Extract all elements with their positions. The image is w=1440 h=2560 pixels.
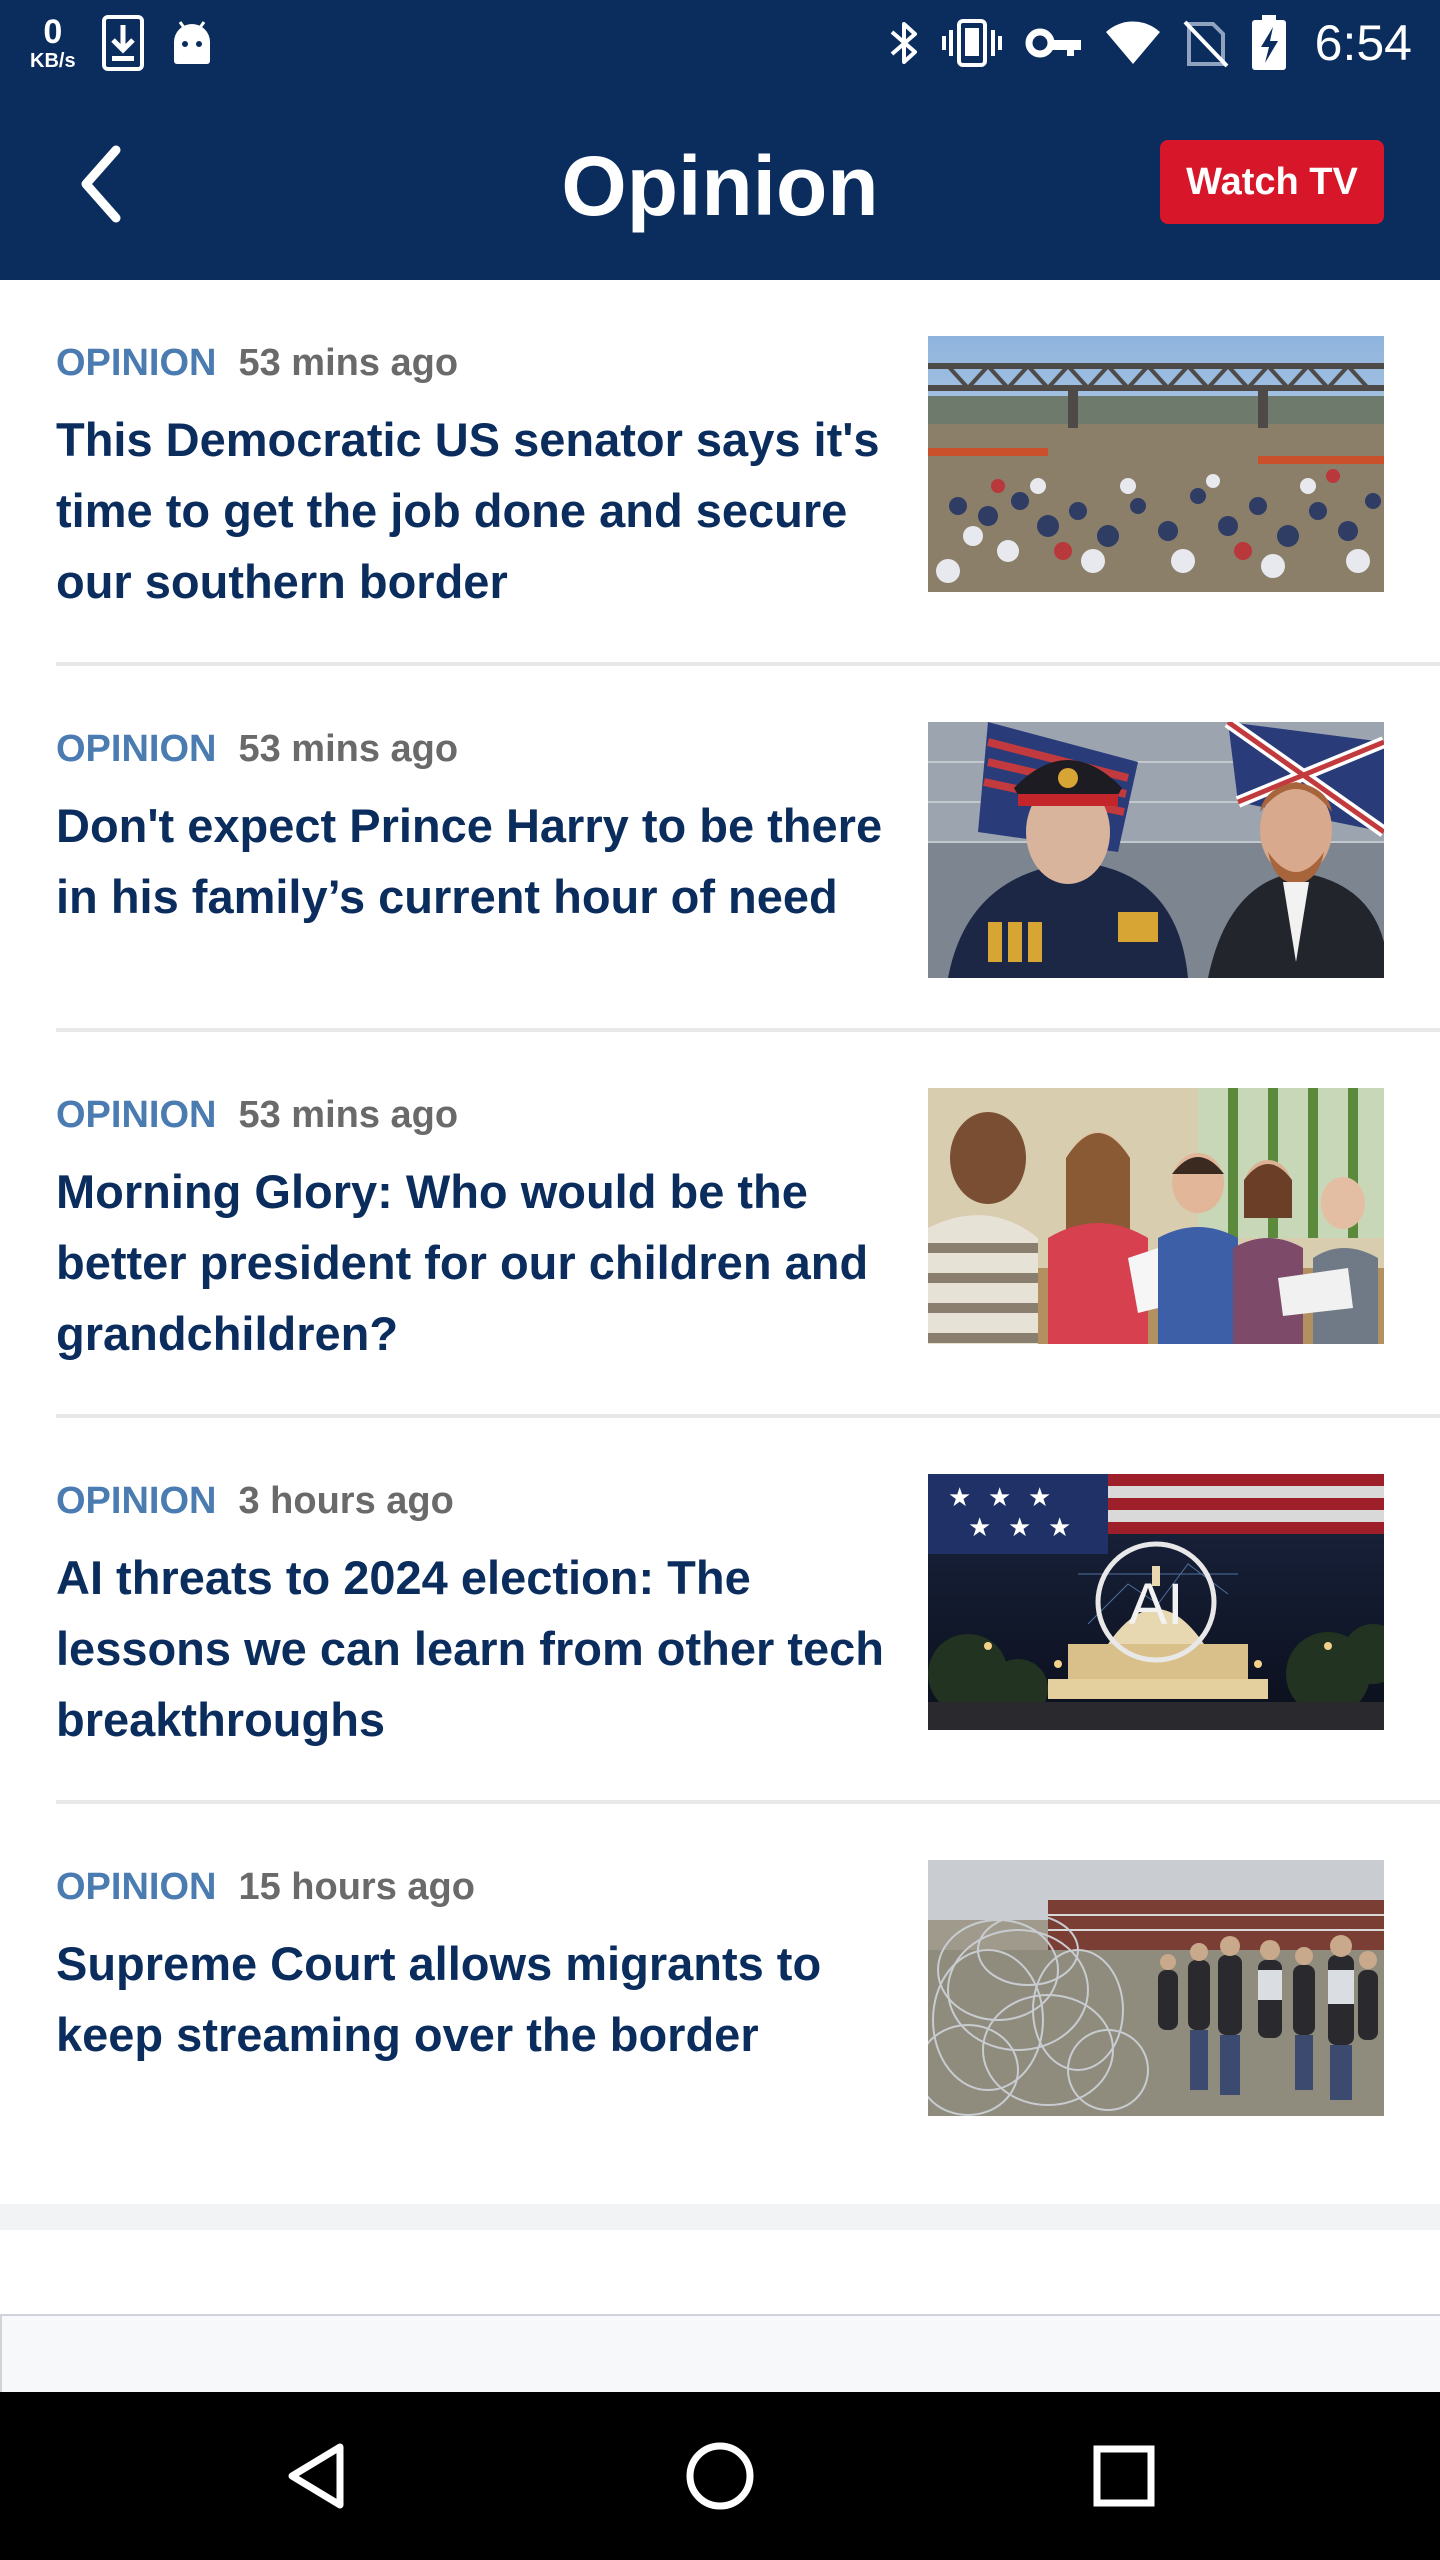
- svg-text:★: ★: [988, 1482, 1011, 1512]
- article-tag: OPINION: [56, 1480, 217, 1522]
- wifi-icon: [1105, 21, 1160, 64]
- svg-text:★: ★: [1028, 1482, 1051, 1512]
- system-nav-bar: [0, 2392, 1440, 2560]
- vibrate-icon: [941, 19, 1002, 67]
- back-triangle-icon: [288, 2443, 344, 2509]
- article-headline[interactable]: Morning Glory: Who would be the better p…: [56, 1156, 886, 1369]
- border-crowd-photo: [928, 336, 1384, 592]
- article-time: 53 mins ago: [238, 728, 459, 770]
- status-clock: 6:54: [1314, 15, 1412, 71]
- article-time: 53 mins ago: [238, 342, 459, 384]
- network-speed-unit: KB/s: [30, 50, 76, 72]
- nav-back-button[interactable]: [266, 2426, 366, 2526]
- battery-icon: [1251, 15, 1286, 70]
- android-icon: [173, 21, 210, 64]
- article-thumbnail[interactable]: [928, 1860, 1384, 2116]
- article-meta: OPINION 3 hours ago: [56, 1480, 454, 1523]
- nav-home-button[interactable]: [670, 2426, 770, 2526]
- vpn-key-icon: [1025, 28, 1081, 58]
- ad-banner-slot[interactable]: [0, 2314, 1440, 2396]
- nav-recents-button[interactable]: [1074, 2426, 1174, 2526]
- article-headline[interactable]: This Democratic US senator says it's tim…: [56, 404, 886, 617]
- watch-tv-button[interactable]: Watch TV: [1160, 140, 1384, 224]
- article-tag: OPINION: [56, 342, 217, 384]
- recents-square-icon: [1093, 2445, 1155, 2507]
- article-time: 53 mins ago: [238, 1094, 459, 1136]
- capitol-ai-photo: ★ ★ ★★ ★ ★ AI: [928, 1474, 1384, 1730]
- article-item[interactable]: OPINION 53 mins ago Don't expect Prince …: [0, 666, 1440, 1030]
- article-time: 3 hours ago: [238, 1480, 454, 1522]
- section-separator: [0, 2204, 1440, 2230]
- article-meta: OPINION 15 hours ago: [56, 1866, 475, 1909]
- article-thumbnail[interactable]: [928, 336, 1384, 592]
- ai-badge-text: AI: [1129, 1572, 1184, 1637]
- svg-text:★: ★: [968, 1512, 991, 1542]
- article-headline[interactable]: AI threats to 2024 election: The lessons…: [56, 1542, 886, 1755]
- article-meta: OPINION 53 mins ago: [56, 728, 458, 771]
- svg-text:★: ★: [1008, 1512, 1031, 1542]
- network-speed-value: 0: [43, 13, 63, 51]
- no-sim-icon: [1183, 20, 1229, 68]
- article-thumbnail[interactable]: [928, 722, 1384, 978]
- article-item[interactable]: OPINION 53 mins ago This Democratic US s…: [0, 280, 1440, 664]
- home-circle-icon: [686, 2442, 754, 2510]
- svg-text:★: ★: [948, 1482, 971, 1512]
- article-headline[interactable]: Supreme Court allows migrants to keep st…: [56, 1928, 886, 2070]
- article-tag: OPINION: [56, 1094, 217, 1136]
- article-meta: OPINION 53 mins ago: [56, 1094, 458, 1137]
- article-thumbnail[interactable]: [928, 1088, 1384, 1344]
- app-header: Opinion Watch TV: [0, 84, 1440, 280]
- article-headline[interactable]: Don't expect Prince Harry to be there in…: [56, 790, 886, 932]
- razor-wire-migrants-photo: [928, 1860, 1384, 2116]
- article-item[interactable]: OPINION 53 mins ago Morning Glory: Who w…: [0, 1032, 1440, 1418]
- article-time: 15 hours ago: [238, 1866, 475, 1908]
- children-reading-photo: [928, 1088, 1384, 1344]
- article-item[interactable]: OPINION 15 hours ago Supreme Court allow…: [0, 1804, 1440, 2164]
- download-icon: [101, 15, 144, 71]
- network-speed: 0 KB/s: [30, 15, 76, 71]
- article-meta: OPINION 53 mins ago: [56, 342, 458, 385]
- bluetooth-icon: [890, 22, 917, 64]
- article-thumbnail[interactable]: ★ ★ ★ ★ ★ ★ AI: [928, 1474, 1384, 1730]
- svg-text:★: ★: [1048, 1512, 1071, 1542]
- article-tag: OPINION: [56, 728, 217, 770]
- status-bar: 0 KB/s 6:54: [0, 0, 1440, 84]
- article-tag: OPINION: [56, 1866, 217, 1908]
- royals-photo: [928, 722, 1384, 978]
- article-item[interactable]: OPINION 3 hours ago AI threats to 2024 e…: [0, 1418, 1440, 1804]
